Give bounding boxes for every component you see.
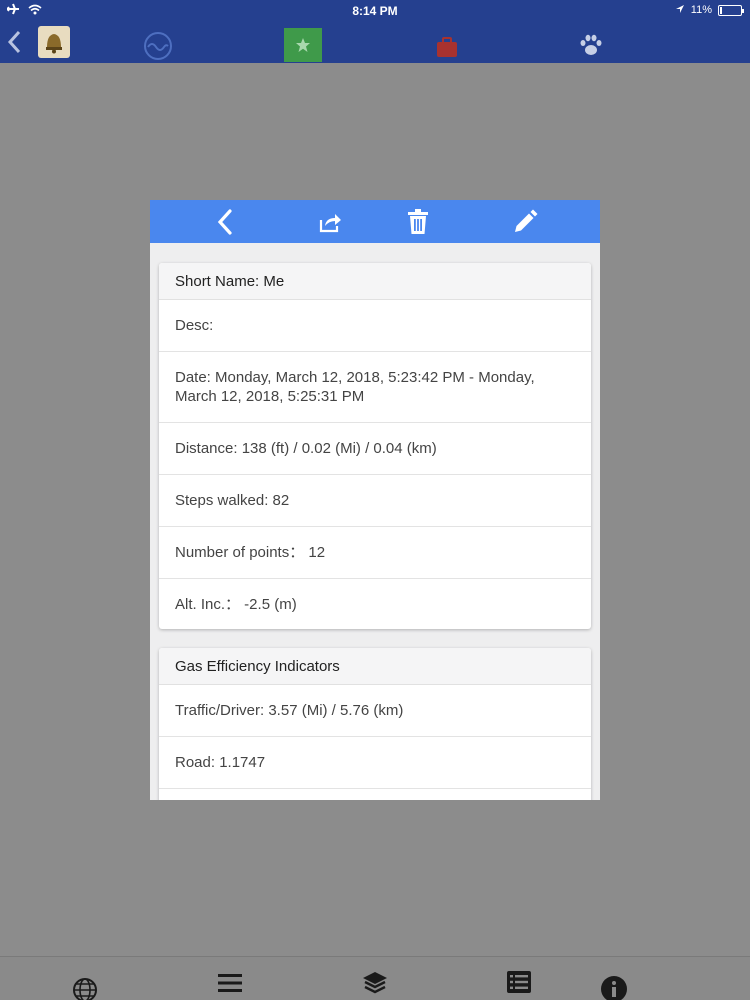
globe-icon[interactable] [72, 977, 98, 1000]
desc-row: Desc: [159, 300, 591, 352]
distance-row: Distance: 138 (ft) / 0.02 (Mi) / 0.04 (k… [159, 423, 591, 475]
battery-percent: 11% [690, 4, 712, 16]
location-arrow-icon [675, 3, 685, 17]
date-row: Date: Monday, March 12, 2018, 5:23:42 PM… [159, 352, 591, 423]
steps-row: Steps walked: 82 [159, 475, 591, 527]
gas-efficiency-card: Gas Efficiency Indicators Traffic/Driver… [159, 648, 591, 800]
altitude-row: Alt. Inc.： -2.5 (m) [175, 595, 297, 613]
suitcase-icon[interactable] [435, 36, 459, 58]
star-icon[interactable] [284, 28, 322, 62]
bell-avatar-icon[interactable] [38, 26, 70, 58]
points-row: Number of points： 12 [159, 527, 591, 579]
wave-icon[interactable] [143, 31, 173, 61]
back-chevron-icon[interactable] [6, 30, 22, 54]
status-bar: 8:14 PM 11% [0, 0, 750, 22]
road-row: Road: 1.1747 [159, 737, 591, 789]
traffic-driver-row: Traffic/Driver: 3.57 (Mi) / 5.76 (km) [159, 685, 591, 737]
bottom-toolbar [0, 956, 750, 1000]
paw-icon[interactable] [578, 32, 604, 58]
summary-card: Short Name: Me Desc: Date: Monday, March… [159, 263, 591, 629]
trash-icon[interactable] [403, 208, 433, 236]
info-icon[interactable] [600, 975, 628, 1000]
modal-header [150, 200, 600, 243]
list-icon[interactable] [507, 971, 531, 993]
layers-icon[interactable] [362, 971, 388, 995]
battery-icon [718, 4, 744, 16]
app-top-bar: 8:14 PM 11% [0, 0, 750, 63]
status-time: 8:14 PM [352, 4, 398, 18]
gas-title: Gas Efficiency Indicators [159, 648, 591, 685]
share-icon[interactable] [315, 208, 345, 236]
summary-title: Short Name: Me [159, 263, 591, 300]
track-detail-modal: Short Name: Me Desc: Date: Monday, March… [150, 200, 600, 800]
back-icon[interactable] [210, 208, 240, 236]
edit-icon[interactable] [510, 208, 540, 236]
menu-icon[interactable] [217, 973, 243, 993]
